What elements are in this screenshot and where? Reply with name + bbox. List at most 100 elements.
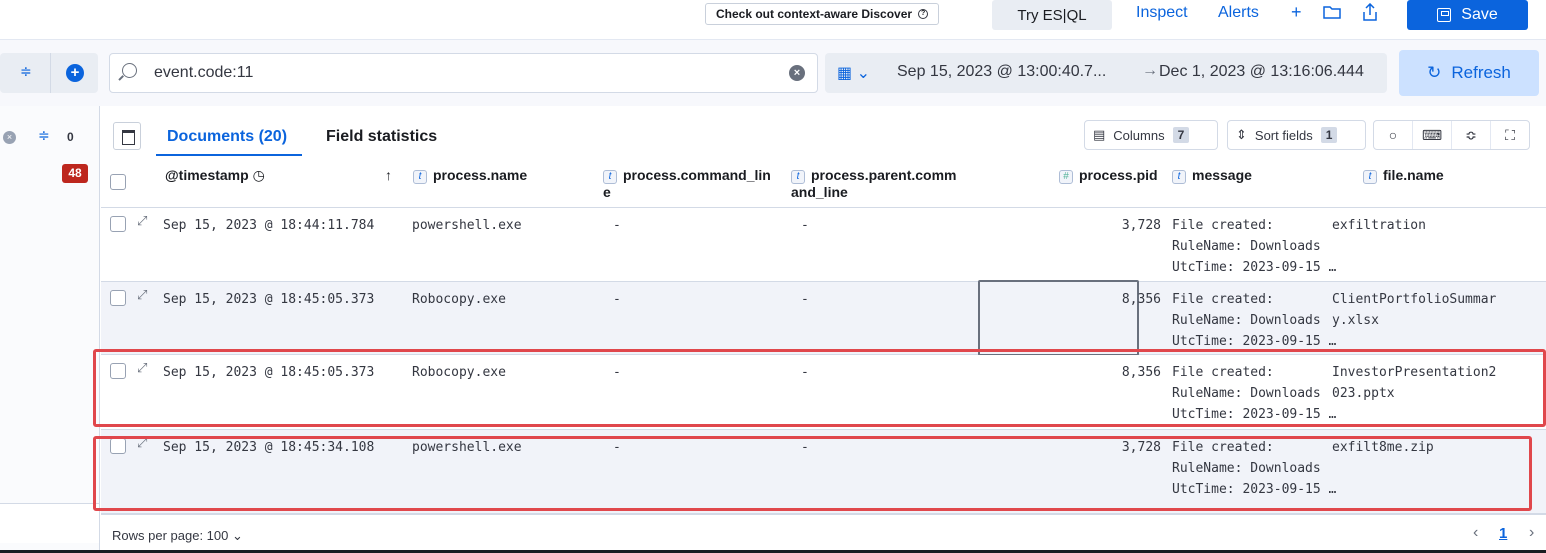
expand-icon[interactable]: ⤢ (137, 214, 147, 229)
columns-count: 7 (1172, 127, 1190, 143)
sort-arrow-icon[interactable]: ↑ (385, 167, 392, 183)
sort-fields-button[interactable]: ⇕ Sort fields 1 (1227, 120, 1366, 150)
expand-icon[interactable]: ⤢ (137, 288, 147, 303)
cell-process-name: Robocopy.exe (412, 365, 506, 380)
alerts-link[interactable]: Alerts (1218, 4, 1259, 22)
message-line: RuleName: Downloads (1172, 461, 1321, 476)
cell-parent-command-line: - (801, 365, 809, 380)
field-sidebar: × ≑ 0 48 (0, 106, 100, 553)
field-count-badge: 48 (62, 164, 88, 183)
grid-header-row: @timestamp ◷ ↑ t process.name t process.co… (101, 162, 1546, 208)
sidebar-bottom-panel (0, 503, 99, 543)
add-filter-icon[interactable]: + (66, 64, 84, 82)
message-line: RuleName: Downloads (1172, 386, 1321, 401)
columns-button[interactable]: ▤ Columns 7 (1084, 120, 1218, 150)
active-tab-indicator (156, 154, 302, 156)
text-type-icon: t (791, 170, 805, 184)
inspect-link[interactable]: Inspect (1136, 4, 1188, 22)
fullscreen-icon[interactable]: ⛶ (1491, 121, 1529, 149)
arrow-right-icon: → (1142, 62, 1158, 79)
message-line: UtcTime: 2023-09-15 … (1172, 260, 1337, 275)
date-end[interactable]: Dec 1, 2023 @ 13:16:06.444 (1159, 63, 1364, 81)
table-row[interactable]: ⤢ Sep 15, 2023 @ 18:45:05.373 Robocopy.e… (101, 280, 1546, 356)
new-plus-icon[interactable]: + (1291, 2, 1302, 23)
cell-command-line: - (613, 218, 621, 233)
cell-message: File created: RuleName: Downloads UtcTime:… (1172, 215, 1336, 278)
clock-icon: ◷ (252, 167, 265, 183)
chevron-down-icon: ⌄ (231, 528, 243, 543)
expand-icon[interactable]: ⤢ (137, 361, 147, 376)
header-timestamp[interactable]: @timestamp ◷ (165, 167, 265, 183)
clear-filter-icon[interactable]: × (3, 131, 16, 144)
cell-parent-command-line: - (801, 440, 809, 455)
cell-pid: 8,356 (1121, 365, 1161, 380)
header-process-pid[interactable]: # process.pid (1059, 167, 1158, 184)
cell-parent-command-line: - (801, 218, 809, 233)
cell-command-line: - (613, 292, 621, 307)
context-aware-label: Check out context-aware Discover (716, 7, 913, 21)
field-filter-icon[interactable]: ≑ (38, 127, 50, 144)
row-checkbox[interactable] (110, 290, 126, 306)
header-message-label: message (1192, 167, 1252, 183)
open-folder-icon[interactable] (1323, 4, 1341, 25)
grid-search-icon[interactable]: ○ (1374, 121, 1413, 149)
prev-page-icon[interactable]: ‹ (1473, 524, 1478, 542)
next-page-icon[interactable]: › (1529, 524, 1534, 542)
header-message[interactable]: t message (1172, 167, 1252, 184)
search-input[interactable]: event.code:11 × (109, 53, 818, 93)
clear-icon[interactable]: × (789, 65, 805, 81)
row-checkbox[interactable] (110, 216, 126, 232)
rows-per-page-select[interactable]: Rows per page: 100 ⌄ (112, 528, 243, 544)
header-command-line[interactable]: t process.command_lin e (603, 167, 771, 200)
header-pid-label: process.pid (1079, 167, 1158, 183)
text-type-icon: t (413, 170, 427, 184)
save-button[interactable]: Save (1407, 0, 1528, 30)
message-line: RuleName: Downloads (1172, 313, 1321, 328)
tab-field-statistics[interactable]: Field statistics (326, 128, 437, 146)
select-all-checkbox[interactable] (110, 174, 126, 190)
filter-controls: ≑ + (0, 53, 98, 93)
page-number[interactable]: 1 (1499, 525, 1507, 542)
help-icon: ? (918, 9, 929, 19)
grid-icon-strip: ○ ⌨ ≎ ⛶ (1373, 120, 1530, 150)
table-row[interactable]: ⤢ Sep 15, 2023 @ 18:45:05.373 Robocopy.e… (101, 355, 1546, 430)
message-line: UtcTime: 2023-09-15 … (1172, 407, 1337, 422)
header-parent-command-line[interactable]: t process.parent.comm and_line (791, 167, 957, 200)
header-file-name[interactable]: t file.name (1363, 167, 1444, 184)
cell-command-line: - (613, 365, 621, 380)
save-label: Save (1461, 6, 1498, 23)
table-row[interactable]: ⤢ Sep 15, 2023 @ 18:45:34.108 powershell… (101, 430, 1546, 514)
header-process-name[interactable]: t process.name (413, 167, 527, 184)
cell-message: File created: RuleName: Downloads UtcTime:… (1172, 362, 1336, 425)
sort-label: Sort fields (1254, 127, 1313, 143)
row-checkbox[interactable] (110, 363, 126, 379)
header-command-line-label: process.command_lin (623, 167, 771, 183)
keyboard-icon[interactable]: ⌨ (1413, 121, 1452, 149)
field-filter-count: 0 (67, 130, 74, 144)
share-icon[interactable] (1363, 2, 1377, 26)
file-name-line: 023.pptx (1332, 386, 1395, 401)
cell-file-name: exfilt8me.zip (1332, 437, 1434, 458)
expand-icon[interactable]: ⤢ (137, 436, 147, 451)
tab-documents[interactable]: Documents (20) (167, 128, 287, 146)
table-row[interactable]: ⤢ Sep 15, 2023 @ 18:44:11.784 powershell… (101, 208, 1546, 282)
header-parent-cmd-label-cont: and_line (791, 184, 848, 200)
refresh-button[interactable]: ↻ Refresh (1399, 50, 1539, 96)
display-settings-icon[interactable]: ≎ (1452, 121, 1491, 149)
cell-file-name: InvestorPresentation2 023.pptx (1332, 362, 1496, 404)
cell-command-line: - (613, 440, 621, 455)
download-icon[interactable] (113, 122, 141, 150)
message-line: File created: (1172, 218, 1274, 233)
filter-menu-icon[interactable]: ≑ (20, 63, 32, 80)
cell-pid: 8,356 (1121, 292, 1161, 307)
date-picker[interactable]: ▦ ⌄ Sep 15, 2023 @ 13:00:40.7... → Dec 1… (825, 53, 1387, 93)
sort-count: 1 (1320, 127, 1338, 143)
header-timestamp-label: @timestamp (165, 167, 249, 183)
calendar-icon[interactable]: ▦ ⌄ (837, 63, 870, 83)
date-start[interactable]: Sep 15, 2023 @ 13:00:40.7... (897, 63, 1106, 81)
row-checkbox[interactable] (110, 438, 126, 454)
try-esql-button[interactable]: Try ES|QL (992, 0, 1112, 30)
context-aware-discover-button[interactable]: Check out context-aware Discover ? (705, 3, 940, 25)
search-icon (122, 63, 137, 78)
query-bar: ≑ + event.code:11 × ▦ ⌄ Sep 15, 2023 @ 1… (0, 40, 1546, 106)
